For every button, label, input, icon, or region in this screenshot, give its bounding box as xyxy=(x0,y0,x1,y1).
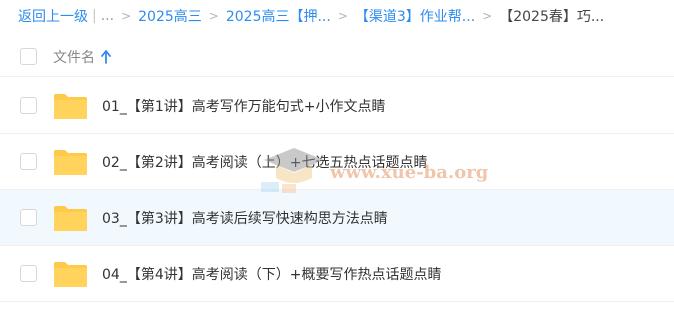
row-checkbox[interactable] xyxy=(20,265,37,282)
folder-icon xyxy=(54,93,87,119)
row-checkbox[interactable] xyxy=(20,153,37,170)
row-checkbox[interactable] xyxy=(20,97,37,114)
chevron-right-icon: > xyxy=(482,9,493,23)
breadcrumb-ellipsis[interactable]: ... xyxy=(101,8,114,24)
chevron-right-icon: > xyxy=(121,9,132,23)
file-name[interactable]: 04_【第4讲】高考阅读（下）+概要写作热点话题点睛 xyxy=(102,264,441,284)
select-all-checkbox[interactable] xyxy=(20,48,37,65)
breadcrumb-item-channel3[interactable]: 【渠道3】作业帮... xyxy=(355,6,475,26)
breadcrumb: 返回上一级 | ... > 2025高三 > 2025高三【押... > 【渠道… xyxy=(0,0,674,32)
chevron-right-icon: > xyxy=(208,9,219,23)
file-name[interactable]: 01_【第1讲】高考写作万能句式+小作文点睛 xyxy=(102,96,385,116)
file-name[interactable]: 03_【第3讲】高考读后续写快速构思方法点睛 xyxy=(102,208,388,228)
file-row[interactable]: 01_【第1讲】高考写作万能句式+小作文点睛 xyxy=(0,78,674,134)
file-row[interactable]: 02_【第2讲】高考阅读（上）+七选五热点话题点睛 xyxy=(0,134,674,190)
file-name[interactable]: 02_【第2讲】高考阅读（上）+七选五热点话题点睛 xyxy=(102,152,427,172)
chevron-right-icon: > xyxy=(337,9,348,23)
folder-icon xyxy=(54,205,87,231)
breadcrumb-item-2025-senior3[interactable]: 2025高三 xyxy=(138,6,202,26)
breadcrumb-divider: | xyxy=(92,8,97,24)
breadcrumb-item-2025-senior3-ya[interactable]: 2025高三【押... xyxy=(226,6,331,26)
folder-icon xyxy=(54,261,87,287)
file-list: 01_【第1讲】高考写作万能句式+小作文点睛 02_【第2讲】高考阅读（上）+七… xyxy=(0,78,674,302)
breadcrumb-current: 【2025春】巧... xyxy=(499,9,605,25)
row-checkbox[interactable] xyxy=(20,209,37,226)
file-list-header: 文件名 xyxy=(0,37,674,77)
sort-arrow-up-icon[interactable] xyxy=(101,49,111,64)
file-row[interactable]: 03_【第3讲】高考读后续写快速构思方法点睛 xyxy=(0,190,674,246)
column-header-filename[interactable]: 文件名 xyxy=(53,47,95,67)
folder-icon xyxy=(54,149,87,175)
back-link[interactable]: 返回上一级 xyxy=(18,6,88,26)
file-row[interactable]: 04_【第4讲】高考阅读（下）+概要写作热点话题点睛 xyxy=(0,246,674,302)
